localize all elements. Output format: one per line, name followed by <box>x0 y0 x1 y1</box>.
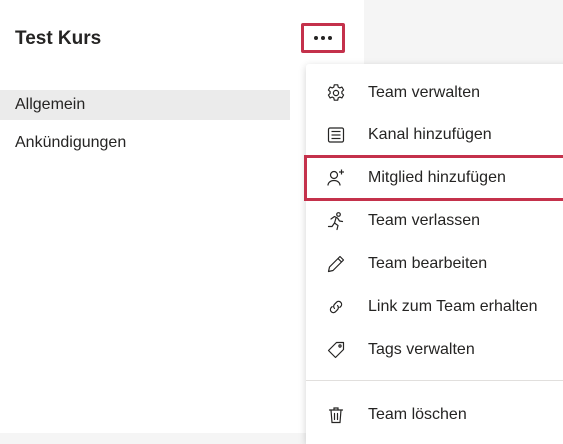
team-options-menu: Team verwalten Kanal hinzufügen Mitglied… <box>304 64 563 444</box>
menu-item-add-channel[interactable]: Kanal hinzufügen <box>306 114 563 156</box>
add-person-icon <box>326 168 346 188</box>
menu-item-label: Team löschen <box>368 406 467 423</box>
channel-list-icon <box>326 125 346 145</box>
channel-label: Allgemein <box>15 96 86 113</box>
menu-item-get-team-link[interactable]: Link zum Team erhalten <box>306 286 563 328</box>
menu-item-label: Link zum Team erhalten <box>368 298 538 315</box>
channel-item-allgemein[interactable]: Allgemein <box>0 90 290 120</box>
channel-label: Ankündigungen <box>15 134 127 151</box>
menu-item-label: Tags verwalten <box>368 341 475 358</box>
menu-divider <box>306 380 563 381</box>
link-icon <box>326 297 346 317</box>
menu-item-label: Team bearbeiten <box>368 255 488 272</box>
menu-item-label: Kanal hinzufügen <box>368 126 492 143</box>
ellipsis-icon <box>314 36 332 40</box>
tag-icon <box>326 340 346 360</box>
gear-icon <box>326 83 346 103</box>
menu-item-manage-tags[interactable]: Tags verwalten <box>306 329 563 371</box>
leave-running-person-icon <box>326 211 346 231</box>
menu-item-manage-team[interactable]: Team verwalten <box>306 72 563 114</box>
channel-item-ankuendigungen[interactable]: Ankündigungen <box>0 128 290 158</box>
more-options-button[interactable] <box>301 23 345 53</box>
menu-item-delete-team[interactable]: Team löschen <box>306 394 563 436</box>
menu-item-leave-team[interactable]: Team verlassen <box>306 200 563 242</box>
menu-item-add-member[interactable]: Mitglied hinzufügen <box>304 155 563 201</box>
menu-item-edit-team[interactable]: Team bearbeiten <box>306 243 563 285</box>
team-title: Test Kurs <box>15 28 102 49</box>
menu-item-label: Team verlassen <box>368 212 481 229</box>
menu-item-label: Mitglied hinzufügen <box>368 169 506 186</box>
pencil-icon <box>326 254 346 274</box>
menu-item-label: Team verwalten <box>368 84 481 101</box>
trash-icon <box>326 405 346 425</box>
